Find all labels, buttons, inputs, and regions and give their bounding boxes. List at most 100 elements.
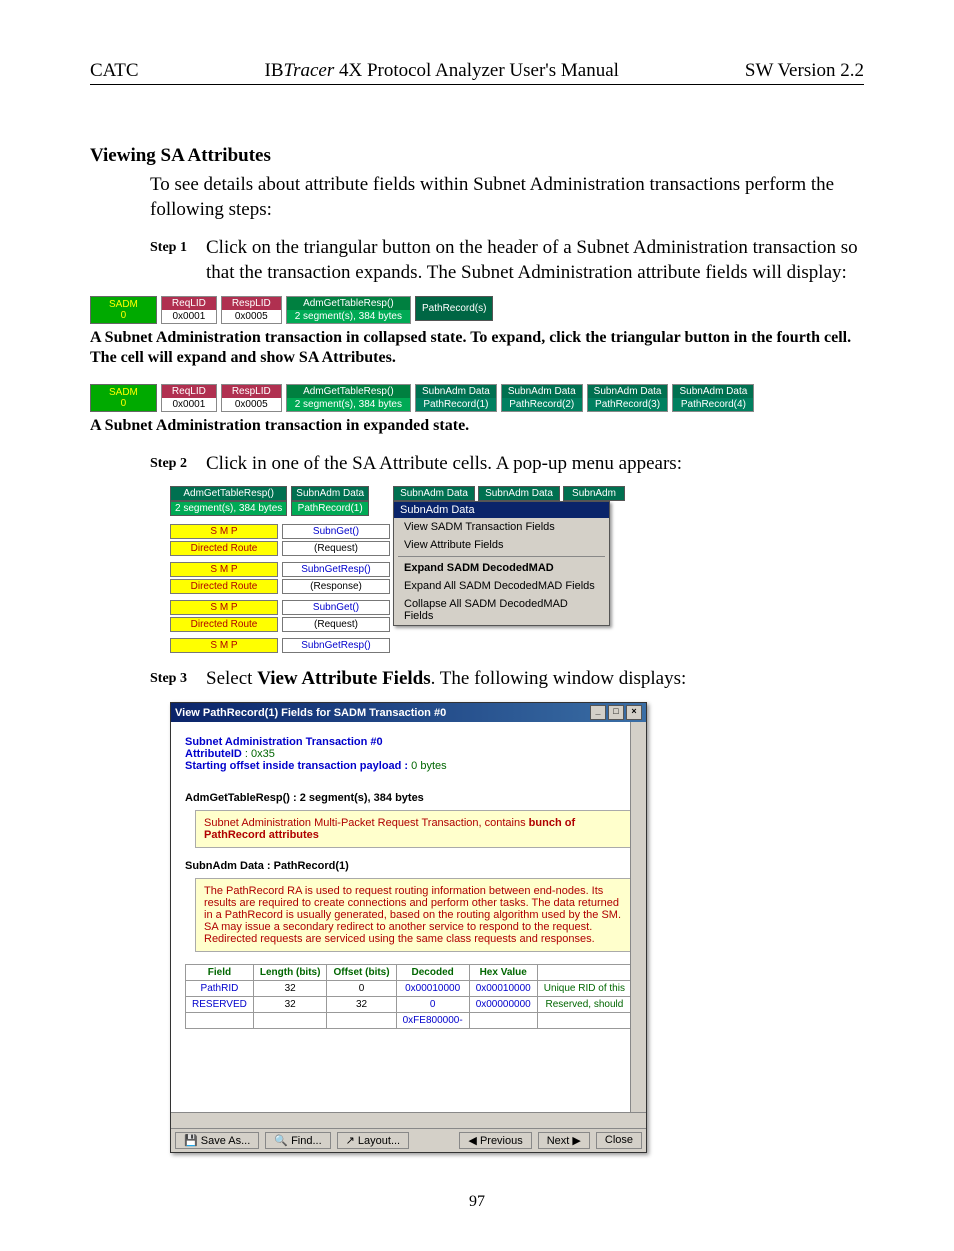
- adm-bot-2: 2 segment(s), 384 bytes: [287, 398, 410, 411]
- subn-hdr[interactable]: SubnAdm Data: [291, 486, 369, 501]
- subn-cell-4[interactable]: SubnAdm Data PathRecord(4): [672, 384, 754, 412]
- previous-button[interactable]: ◀ Previous: [459, 1132, 531, 1149]
- menu-expand-all[interactable]: Expand All SADM DecodedMAD Fields: [394, 577, 609, 595]
- window-titlebar[interactable]: View PathRecord(1) Fields for SADM Trans…: [171, 703, 646, 722]
- attributeid-value: : 0x35: [242, 748, 275, 760]
- description-box-2: The PathRecord RA is used to request rou…: [195, 878, 632, 952]
- subn-cell-2[interactable]: SubnAdm Data PathRecord(2): [501, 384, 583, 412]
- subn-cell-3[interactable]: SubnAdm Data PathRecord(3): [587, 384, 669, 412]
- sadm-top-2: SADM: [109, 387, 138, 398]
- smp-cell-3[interactable]: S M P: [170, 600, 278, 615]
- cell-hex-2: 0x00000000: [469, 997, 537, 1013]
- step1-label: Step 1: [150, 236, 206, 256]
- cell-field-1: PathRID: [186, 981, 254, 997]
- smp-cell-4[interactable]: S M P: [170, 638, 278, 653]
- intro-text: To see details about attribute fields wi…: [150, 173, 864, 222]
- screenshot-popup-menu: AdmGetTableResp() 2 segment(s), 384 byte…: [170, 486, 610, 655]
- resplid-cell-2[interactable]: RespLID 0x0005: [221, 384, 282, 412]
- screenshot-expanded: SADM 0 ReqLID 0x0001 RespLID 0x0005 AdmG…: [90, 384, 864, 412]
- page-number: 97: [90, 1193, 864, 1211]
- next-button[interactable]: Next ▶: [538, 1132, 590, 1149]
- maximize-icon[interactable]: □: [608, 705, 624, 720]
- subngetresp-cell-2[interactable]: SubnGetResp(): [282, 638, 390, 653]
- attributeid-line: AttributeID : 0x35: [185, 748, 632, 760]
- offset-line: Starting offset inside transaction paylo…: [185, 760, 632, 772]
- sadm-top: SADM: [109, 299, 138, 310]
- menu-title: SubnAdm Data: [394, 502, 609, 518]
- reqlid-cell-2[interactable]: ReqLID 0x0001: [161, 384, 217, 412]
- cell-off-1: 0: [327, 981, 396, 997]
- layout-button[interactable]: ↗ Layout...: [337, 1132, 409, 1149]
- cell-off-2: 32: [327, 997, 396, 1013]
- col-field: Field: [186, 965, 254, 981]
- sadm-bot-2: 0: [109, 398, 138, 409]
- subn-bot-4: PathRecord(4): [673, 398, 753, 411]
- attributeid-label: AttributeID: [185, 748, 242, 760]
- adm-bot: 2 segment(s), 384 bytes: [287, 310, 410, 323]
- cell-field-3: [186, 1013, 254, 1029]
- subn-top-1: SubnAdm Data: [416, 385, 496, 398]
- subnget-cell-2[interactable]: SubnGet(): [282, 600, 390, 615]
- window-body: Subnet Administration Transaction #0 Att…: [171, 722, 646, 1112]
- horizontal-scrollbar[interactable]: [171, 1112, 646, 1128]
- resplid-cell[interactable]: RespLID 0x0005: [221, 296, 282, 324]
- caption-collapsed: A Subnet Administration transaction in c…: [90, 328, 864, 368]
- pathrecord-cell[interactable]: PathRecord(s): [415, 296, 493, 321]
- reqlid-bot-2: 0x0001: [162, 398, 216, 411]
- popup-menu: SubnAdm Data View SADM Transaction Field…: [393, 501, 610, 626]
- table-row[interactable]: RESERVED 32 32 0 0x00000000 Reserved, sh…: [186, 997, 632, 1013]
- menu-expand-decodedmad[interactable]: Expand SADM DecodedMAD: [394, 559, 609, 577]
- adm-cell[interactable]: AdmGetTableResp() 2 segment(s), 384 byte…: [286, 296, 411, 324]
- table-row[interactable]: PathRID 32 0 0x00010000 0x00010000 Uniqu…: [186, 981, 632, 997]
- sadm-cell[interactable]: SADM 0: [90, 296, 157, 324]
- subnget-cell-1[interactable]: SubnGet(): [282, 524, 390, 539]
- table-row[interactable]: 0xFE800000-: [186, 1013, 632, 1029]
- resplid-top-2: RespLID: [222, 385, 281, 398]
- subn-top-4: SubnAdm Data: [673, 385, 753, 398]
- step1-text: Click on the triangular button on the he…: [206, 236, 864, 285]
- pr1-cell[interactable]: PathRecord(1): [291, 501, 369, 516]
- subn-top-3: SubnAdm Data: [588, 385, 668, 398]
- previous-label: Previous: [480, 1135, 523, 1147]
- adm-cell-2[interactable]: AdmGetTableResp() 2 segment(s), 384 byte…: [286, 384, 411, 412]
- cell-len-2: 32: [253, 997, 327, 1013]
- smp-cell-2[interactable]: S M P: [170, 562, 278, 577]
- menu-view-attribute-fields[interactable]: View Attribute Fields: [394, 536, 609, 554]
- header-prefix: IB: [265, 60, 284, 81]
- reqlid-cell[interactable]: ReqLID 0x0001: [161, 296, 217, 324]
- vertical-scrollbar[interactable]: [630, 722, 646, 1112]
- subngetresp-cell-1[interactable]: SubnGetResp(): [282, 562, 390, 577]
- menu-view-transaction-fields[interactable]: View SADM Transaction Fields: [394, 518, 609, 536]
- sadm-bot: 0: [109, 310, 138, 321]
- cell-field-2: RESERVED: [186, 997, 254, 1013]
- sadm-cell-2[interactable]: SADM 0: [90, 384, 157, 412]
- directed-cell-3: Directed Route: [170, 617, 278, 632]
- subn-hdr-4[interactable]: SubnAdm: [563, 486, 625, 501]
- request-cell-2: (Request): [282, 617, 390, 632]
- step3-text: Select View Attribute Fields. The follow…: [206, 667, 864, 692]
- cell-desc-2: Reserved, should: [537, 997, 631, 1013]
- subn-hdr-2[interactable]: SubnAdm Data: [393, 486, 475, 501]
- subn-cell-1[interactable]: SubnAdm Data PathRecord(1): [415, 384, 497, 412]
- adm-cell-3[interactable]: AdmGetTableResp(): [170, 486, 287, 501]
- section-title: Viewing SA Attributes: [90, 145, 864, 167]
- reqlid-top: ReqLID: [162, 297, 216, 310]
- smp-cell-1[interactable]: S M P: [170, 524, 278, 539]
- col-offset: Offset (bits): [327, 965, 396, 981]
- saveas-button[interactable]: 💾 Save As...: [175, 1132, 259, 1149]
- close-icon[interactable]: ×: [626, 705, 642, 720]
- step2-label: Step 2: [150, 452, 206, 472]
- box1-text-a: Subnet Administration Multi-Packet Reque…: [204, 817, 529, 829]
- screenshot-collapsed: SADM 0 ReqLID 0x0001 RespLID 0x0005 AdmG…: [90, 296, 864, 324]
- close-button[interactable]: Close: [596, 1132, 642, 1149]
- cell-len-1: 32: [253, 981, 327, 997]
- minimize-icon[interactable]: _: [590, 705, 606, 720]
- subn-hdr-3[interactable]: SubnAdm Data: [478, 486, 560, 501]
- subn-top-2: SubnAdm Data: [502, 385, 582, 398]
- cell-dec-3: 0xFE800000-: [396, 1013, 469, 1029]
- next-label: Next: [547, 1135, 570, 1147]
- col-length: Length (bits): [253, 965, 327, 981]
- menu-collapse-all[interactable]: Collapse All SADM DecodedMAD Fields: [394, 595, 609, 625]
- header-suffix: 4X Protocol Analyzer User's Manual: [334, 60, 619, 81]
- find-button[interactable]: 🔍 Find...: [265, 1132, 330, 1149]
